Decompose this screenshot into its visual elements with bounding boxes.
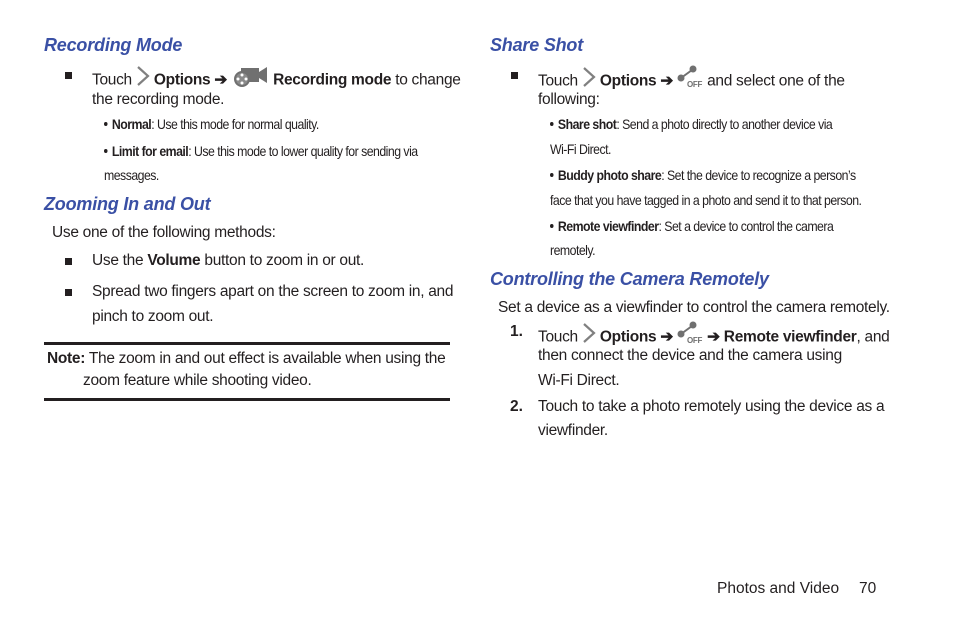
options-label: Options [153, 71, 211, 89]
remote-step-1-line2: then connect the device and the camera u… [538, 347, 842, 364]
touch-text: Touch [538, 328, 578, 346]
heading-recording-mode: Recording Mode [44, 35, 183, 55]
sub-item-desc: : Use this mode to lower quality for sen… [188, 143, 418, 159]
bullet-square [65, 72, 72, 79]
sub-item-remote-viewfinder: Remote viewfinder: Set a device to contr… [550, 218, 834, 234]
note-text: The zoom in and out effect is available … [85, 350, 446, 367]
note-bottom-rule [44, 398, 450, 401]
bullet-dot [550, 224, 554, 229]
sub-item-desc: : Set the device to recognize a person’s [661, 167, 856, 183]
heading-share-shot: Share Shot [490, 35, 584, 55]
options-label: Options [599, 328, 657, 346]
recording-mode-step: Touch Options ➔ Recording mode to change [92, 65, 461, 94]
volume-label: Volume [147, 252, 201, 269]
options-label: Options [599, 72, 657, 90]
sub-item-desc-line2: face that you have tagged in a photo and… [550, 192, 862, 208]
arrow-icon: ➔ [660, 72, 674, 90]
sub-item-term: Buddy photo share [557, 167, 662, 183]
share-off-icon: OFF [677, 65, 703, 94]
bullet-square [511, 72, 518, 79]
sub-item-desc: : Use this mode for normal quality. [151, 116, 319, 132]
chevron-right-icon [582, 322, 596, 349]
sub-item-term: Limit for email [111, 143, 189, 159]
arrow-icon: ➔ [660, 328, 674, 346]
remote-step-2-line2: viewfinder. [538, 422, 608, 439]
step-text: to change [391, 71, 461, 89]
item-text: Use the [92, 252, 148, 269]
remote-step-1-line3: Wi-Fi Direct. [538, 372, 620, 389]
bullet-square [65, 258, 72, 265]
item-text: button to zoom in or out. [200, 252, 365, 269]
heading-controlling-camera-remotely: Controlling the Camera Remotely [490, 269, 769, 289]
off-label: OFF [687, 80, 703, 89]
sub-item-share-shot: Share shot: Send a photo directly to ano… [550, 116, 833, 132]
step-number: 1. [510, 323, 523, 340]
sub-item-term: Normal [111, 116, 152, 132]
step-text: , and [856, 328, 890, 346]
bullet-dot [550, 122, 554, 127]
video-camera-reel-icon [231, 65, 269, 92]
note-label: Note: [47, 350, 86, 367]
recording-mode-step-line2: the recording mode. [92, 91, 225, 108]
arrow-icon: ➔ [214, 71, 228, 89]
sub-item-desc: : Set a device to control the camera [658, 218, 834, 234]
step-text: and select one of the [707, 72, 845, 90]
page-number: 70 [859, 580, 877, 597]
off-label: OFF [687, 336, 703, 345]
touch-text: Touch [92, 71, 132, 89]
share-off-icon: OFF [677, 321, 703, 350]
step-number: 2. [510, 398, 523, 415]
sub-item-desc-line2: remotely. [550, 242, 596, 258]
note-top-rule [44, 342, 450, 345]
share-shot-step-line2: following: [538, 91, 600, 108]
zooming-intro: Use one of the following methods: [52, 224, 276, 241]
sub-item-desc-line2: messages. [104, 167, 159, 183]
bullet-dot [104, 149, 108, 154]
remote-step-2: Touch to take a photo remotely using the… [538, 398, 885, 415]
zooming-item-spread: Spread two fingers apart on the screen t… [92, 283, 454, 300]
note-line1: Note: The zoom in and out effect is avai… [47, 350, 446, 368]
sub-item-term: Share shot [557, 116, 617, 132]
heading-zooming: Zooming In and Out [44, 194, 211, 214]
chevron-right-icon [136, 65, 150, 92]
sub-item-desc-line2: Wi-Fi Direct. [550, 141, 611, 157]
touch-text: Touch [538, 72, 578, 90]
sub-item-term: Remote viewfinder [557, 218, 659, 234]
bullet-dot [104, 122, 108, 127]
recording-mode-label: Recording mode [273, 71, 392, 89]
remote-viewfinder-label: Remote viewfinder [723, 328, 857, 346]
sub-item-limit-for-email: Limit for email: Use this mode to lower … [104, 143, 418, 159]
bullet-dot [550, 173, 554, 178]
footer-section: Photos and Video [717, 580, 840, 597]
remote-intro: Set a device as a viewfinder to control … [498, 299, 890, 316]
bullet-square [65, 289, 72, 296]
zooming-item-volume: Use the Volume button to zoom in or out. [92, 252, 364, 270]
sub-item-buddy-photo-share: Buddy photo share: Set the device to rec… [550, 167, 856, 183]
chevron-right-icon [582, 66, 596, 93]
sub-item-normal: Normal: Use this mode for normal quality… [104, 116, 319, 132]
sub-item-desc: : Send a photo directly to another devic… [616, 116, 833, 132]
zooming-item-spread-line2: pinch to zoom out. [92, 308, 214, 325]
note-line2: zoom feature while shooting video. [83, 372, 312, 389]
arrow-icon: ➔ [707, 328, 720, 346]
